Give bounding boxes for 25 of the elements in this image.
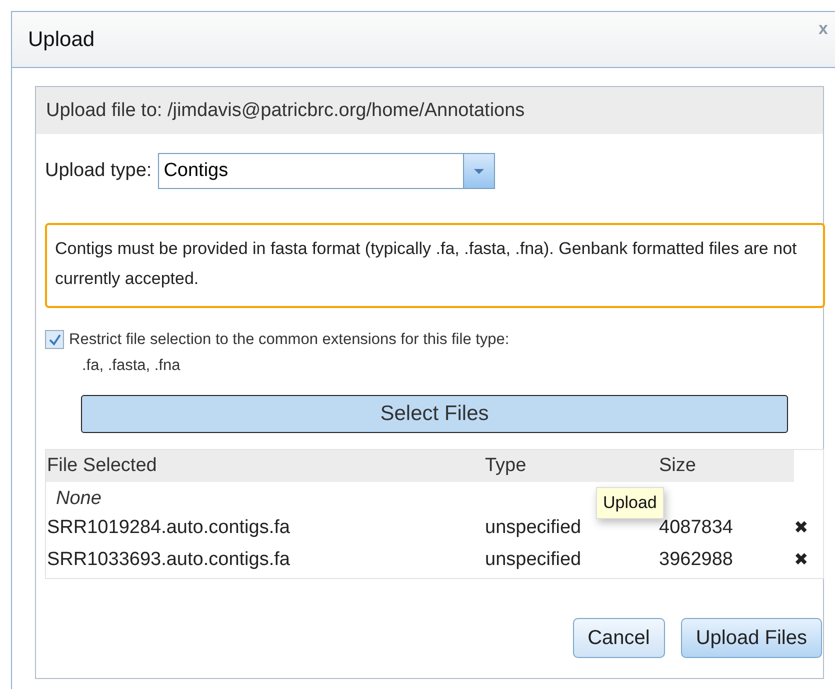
destination-header: Upload file to: /jimdavis@patricbrc.org/home/Annotations bbox=[36, 87, 823, 134]
file-size-cell-text: 3962988 bbox=[658, 549, 734, 571]
caret-icon bbox=[462, 154, 494, 188]
select-files-button[interactable]: Select Files bbox=[81, 395, 788, 433]
remove-button[interactable]: ✖ bbox=[794, 518, 808, 538]
column-header: Type bbox=[484, 455, 528, 477]
file-name-cell-text: SRR1033693.auto.contigs.fa bbox=[46, 549, 291, 571]
tooltip: Upload bbox=[596, 487, 664, 519]
restrict-label: Restrict file selection to the common extensions for this file type: bbox=[69, 331, 510, 349]
upload-files-button[interactable]: Upload Files bbox=[680, 618, 822, 658]
column-header: Size bbox=[658, 455, 697, 477]
restrict-checkbox[interactable] bbox=[45, 330, 64, 349]
file-type-cell-text: unspecified bbox=[484, 549, 582, 571]
extensions-text: .fa, .fasta, .fna bbox=[82, 357, 182, 375]
format-notice: Contigs must be provided in fasta format (typically .fa, .fasta, .fna). Genbank formatted files are not currently accepted. bbox=[45, 223, 825, 308]
file-type-cell-text: unspecified bbox=[484, 517, 582, 539]
dialog-title: Upload bbox=[28, 28, 95, 52]
empty-text: None bbox=[55, 487, 102, 511]
upload-type-dropdown[interactable]: Contigs bbox=[158, 153, 495, 189]
cancel-button[interactable]: Cancel bbox=[572, 618, 665, 658]
file-size-cell-text: 4087834 bbox=[658, 517, 734, 539]
column-header: File Selected bbox=[46, 455, 158, 477]
remove-button[interactable]: ✖ bbox=[794, 550, 808, 570]
file-name-cell-text: SRR1019284.auto.contigs.fa bbox=[46, 517, 291, 539]
upload-type-label: Upload type: bbox=[45, 160, 152, 182]
